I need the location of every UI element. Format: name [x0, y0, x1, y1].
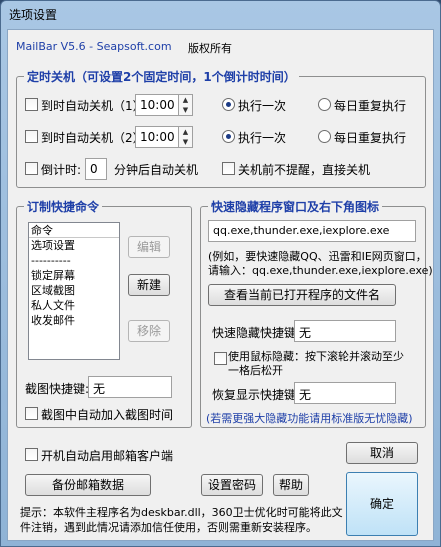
spin-down-icon[interactable]: ▼: [179, 137, 192, 147]
shutdown2-time-input[interactable]: 10:00: [135, 126, 179, 148]
restore-hotkey-input[interactable]: 无: [294, 382, 396, 404]
shutdown2-time-spinner[interactable]: ▲ ▼: [179, 126, 193, 148]
countdown-label: 倒计时:: [41, 163, 82, 177]
countdown-checkbox[interactable]: [25, 162, 38, 175]
countdown-minutes-input[interactable]: 0: [85, 158, 107, 180]
shutdown1-daily-label: 每日重复执行: [334, 99, 407, 113]
hide-hotkey-label: 快速隐藏快捷键:: [212, 326, 301, 340]
mouse-hide-label-line2: 一格后松开: [228, 364, 283, 377]
autostart-label: 开机自动启用邮箱客户端: [41, 449, 174, 463]
cancel-button[interactable]: 取消: [346, 442, 418, 464]
shutdown2-once-label: 执行一次: [238, 131, 287, 145]
countdown-suffix: 分钟后自动关机: [114, 163, 199, 177]
help-button[interactable]: 帮助: [273, 474, 309, 496]
ok-button[interactable]: 确定: [346, 472, 418, 536]
screenshot-time-checkbox[interactable]: [25, 407, 38, 420]
list-item[interactable]: 选项设置: [29, 238, 119, 253]
no-prompt-label: 关机前不提醒，直接关机: [238, 163, 371, 177]
edit-command-button[interactable]: 编辑: [128, 236, 170, 258]
autostart-checkbox[interactable]: [25, 448, 38, 461]
spin-up-icon[interactable]: ▲: [179, 127, 192, 137]
list-item[interactable]: ----------: [29, 253, 119, 268]
spin-up-icon[interactable]: ▲: [179, 95, 192, 105]
screenshot-time-label: 截图中自动加入截图时间: [41, 408, 174, 422]
hide-programs-input[interactable]: qq.exe,thunder.exe,iexplore.exe: [208, 220, 416, 242]
hide-programs-legend: 快速隐藏程序窗口及右下角图标: [208, 198, 383, 215]
list-item[interactable]: 锁定屏幕: [29, 268, 119, 283]
screenshot-hotkey-input[interactable]: 无: [88, 376, 172, 398]
shutdown2-checkbox[interactable]: [25, 130, 38, 143]
hide-upgrade-note[interactable]: (若需更强大隐藏功能请用标准版无忧隐藏): [206, 410, 413, 426]
copyright-label: 版权所有: [188, 42, 232, 55]
mouse-hide-checkbox[interactable]: [214, 352, 227, 365]
shutdown1-once-radio[interactable]: [222, 98, 235, 111]
restore-hotkey-label: 恢复显示快捷键:: [212, 388, 301, 402]
list-item[interactable]: 私人文件: [29, 298, 119, 313]
dialog-body: MailBar V5.6 - Seapsoft.com 版权所有 定时关机（可设…: [7, 29, 434, 541]
title-bar[interactable]: 选项设置: [1, 1, 440, 27]
shutdown1-time-input[interactable]: 10:00: [135, 94, 179, 116]
shutdown2-daily-radio[interactable]: [318, 130, 331, 143]
tip-line1: 提示：本软件主程序名为deskbar.dll，360卫士优化时可能将此文: [20, 506, 343, 519]
hide-hotkey-input[interactable]: 无: [294, 320, 396, 342]
shutdown1-time-spinner[interactable]: ▲ ▼: [179, 94, 193, 116]
tip-line2: 件注销，遇到此情况请添加信任使用，否则需重新安装程序。: [20, 521, 317, 534]
options-dialog: 选项设置 MailBar V5.6 - Seapsoft.com 版权所有 定时…: [0, 0, 441, 547]
list-item[interactable]: 收发邮件: [29, 313, 119, 328]
view-open-programs-button[interactable]: 查看当前已打开程序的文件名: [208, 284, 396, 306]
new-command-button[interactable]: 新建: [128, 274, 170, 296]
backup-mailbox-button[interactable]: 备份邮箱数据: [25, 474, 151, 496]
shutdown2-once-radio[interactable]: [222, 130, 235, 143]
command-list[interactable]: 命令 选项设置 ---------- 锁定屏幕 区域截图 私人文件 收发邮件: [28, 222, 120, 360]
command-list-header: 命令: [29, 223, 119, 238]
shutdown1-checkbox[interactable]: [25, 98, 38, 111]
shutdown1-once-label: 执行一次: [238, 99, 287, 113]
shutdown2-daily-label: 每日重复执行: [334, 131, 407, 145]
list-item[interactable]: 区域截图: [29, 283, 119, 298]
shutdown1-daily-radio[interactable]: [318, 98, 331, 111]
shutdown1-label: 到时自动关机（1）: [41, 99, 145, 113]
shutdown2-label: 到时自动关机（2）: [41, 131, 145, 145]
screenshot-hotkey-label: 截图快捷键:: [25, 382, 90, 396]
app-name[interactable]: MailBar V5.6 - Seapsoft.com: [16, 40, 172, 53]
spin-down-icon[interactable]: ▼: [179, 105, 192, 115]
window-title: 选项设置: [9, 8, 58, 22]
no-prompt-checkbox[interactable]: [222, 162, 235, 175]
shutdown-legend: 定时关机（可设置2个固定时间，1个倒计时时间）: [24, 68, 299, 85]
remove-command-button[interactable]: 移除: [128, 320, 170, 342]
set-password-button[interactable]: 设置密码: [201, 474, 263, 496]
shortcut-commands-legend: 订制快捷命令: [24, 198, 103, 215]
hide-hint-line2: 请输入：qq.exe,thunder.exe,iexplore.exe): [208, 264, 433, 277]
